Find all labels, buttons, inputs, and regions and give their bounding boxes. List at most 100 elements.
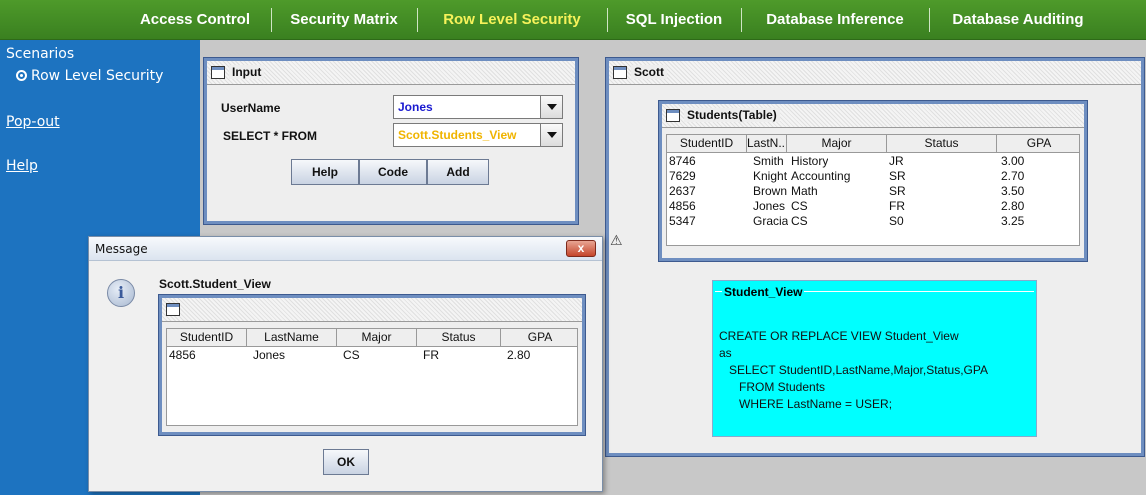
table-row[interactable]: 8746 Smith History JR 3.00 <box>667 154 1079 169</box>
cell-status: SR <box>889 184 906 198</box>
window-icon <box>666 109 680 122</box>
chevron-down-icon[interactable] <box>540 124 562 146</box>
warning-icon: ⚠ <box>610 232 623 248</box>
cell-student-id: 8746 <box>669 154 696 168</box>
cell-gpa: 2.80 <box>507 348 531 362</box>
dialog-heading: Scott.Student_View <box>159 277 271 291</box>
cell-status: JR <box>889 154 904 168</box>
column-header[interactable]: Major <box>337 329 417 347</box>
cell-last-name: Gracia <box>753 214 789 228</box>
view-title: Student_View <box>722 285 805 299</box>
cell-last-name: Smith <box>753 154 784 168</box>
scenario-label: Row Level Security <box>31 68 164 84</box>
cell-student-id: 2637 <box>669 184 696 198</box>
view-select-value: Scott.Students_View <box>398 128 517 142</box>
sidebar-title: Scenarios <box>6 46 75 62</box>
table-row[interactable]: 7629 Knight Accounting SR 2.70 <box>667 169 1079 184</box>
table-row[interactable]: 5347 Gracia CS S0 3.25 <box>667 214 1079 229</box>
students-table-frame: Students(Table) StudentID LastN... Major… <box>658 100 1088 262</box>
cell-gpa: 2.70 <box>1001 169 1025 183</box>
username-combo[interactable]: Jones <box>393 95 563 119</box>
top-nav: Access Control Security Matrix Row Level… <box>0 0 1146 40</box>
column-header[interactable]: GPA <box>501 329 577 347</box>
close-icon[interactable]: x <box>566 240 596 257</box>
code-line: WHERE LastName = USER; <box>739 397 893 411</box>
help-button[interactable]: Help <box>291 159 359 185</box>
table-row[interactable]: 4856 Jones CS FR 2.80 <box>167 348 577 363</box>
popout-link[interactable]: Pop-out <box>6 114 60 130</box>
table-row[interactable]: 4856 Jones CS FR 2.80 <box>667 199 1079 214</box>
dialog-title: Message <box>95 242 148 256</box>
tab-security-matrix[interactable]: Security Matrix <box>272 0 416 40</box>
cell-student-id: 4856 <box>669 199 696 213</box>
select-from-label: SELECT * FROM <box>223 129 318 143</box>
ok-button[interactable]: OK <box>323 449 369 475</box>
cell-major: Accounting <box>791 169 851 183</box>
students-table[interactable]: StudentID LastN... Major Status GPA 8746… <box>666 134 1080 246</box>
tab-row-level-security[interactable]: Row Level Security <box>418 0 606 40</box>
cell-student-id: 7629 <box>669 169 696 183</box>
cell-major: Math <box>791 184 818 198</box>
cell-student-id: 4856 <box>169 348 196 362</box>
cell-major: CS <box>791 214 808 228</box>
username-value: Jones <box>398 100 433 114</box>
column-header[interactable]: StudentID <box>667 135 747 153</box>
code-line: CREATE OR REPLACE VIEW Student_View <box>719 329 959 343</box>
cell-student-id: 5347 <box>669 214 696 228</box>
window-icon <box>613 66 627 79</box>
dialog-titlebar[interactable]: Message x <box>89 237 602 261</box>
table-header: StudentID LastN... Major Status GPA <box>667 135 1079 153</box>
students-table-title: Students(Table) <box>684 108 780 122</box>
view-select-combo[interactable]: Scott.Students_View <box>393 123 563 147</box>
table-row[interactable]: 2637 Brown Math SR 3.50 <box>667 184 1079 199</box>
message-dialog: Message x i Scott.Student_View StudentID… <box>88 236 603 492</box>
tab-access-control[interactable]: Access Control <box>120 0 270 40</box>
add-button[interactable]: Add <box>427 159 489 185</box>
students-table-titlebar[interactable]: Students(Table) <box>662 104 1084 128</box>
cell-gpa: 3.50 <box>1001 184 1025 198</box>
cell-gpa: 3.25 <box>1001 214 1025 228</box>
cell-last-name: Brown <box>753 184 788 198</box>
column-header[interactable]: Status <box>887 135 997 153</box>
cell-last-name: Jones <box>253 348 286 362</box>
cell-major: CS <box>791 199 808 213</box>
column-header[interactable]: GPA <box>997 135 1079 153</box>
result-table-titlebar[interactable] <box>162 298 582 322</box>
column-header[interactable]: LastN... <box>747 135 787 153</box>
code-button[interactable]: Code <box>359 159 427 185</box>
cell-status: S0 <box>889 214 904 228</box>
cell-status: FR <box>423 348 439 362</box>
tab-database-inference[interactable]: Database Inference <box>742 0 928 40</box>
scott-frame-titlebar[interactable]: Scott <box>609 61 1141 85</box>
window-icon <box>211 66 225 79</box>
scott-frame-title: Scott <box>631 65 667 79</box>
cell-status: SR <box>889 169 906 183</box>
input-frame-title: Input <box>229 65 265 79</box>
column-header[interactable]: Status <box>417 329 501 347</box>
info-icon: i <box>107 279 135 307</box>
column-header[interactable]: StudentID <box>167 329 247 347</box>
username-label: UserName <box>221 101 281 115</box>
help-link[interactable]: Help <box>6 158 38 174</box>
code-line: FROM Students <box>739 380 826 394</box>
column-header[interactable]: Major <box>787 135 887 153</box>
code-line: as <box>719 346 732 360</box>
tab-database-auditing[interactable]: Database Auditing <box>930 0 1106 40</box>
result-table[interactable]: StudentID LastName Major Status GPA 4856… <box>166 328 578 426</box>
cell-last-name: Jones <box>753 199 786 213</box>
input-frame: Input UserName Jones SELECT * FROM Scott… <box>203 57 579 225</box>
cell-status: FR <box>889 199 905 213</box>
view-definition-panel: Student_View CREATE OR REPLACE VIEW Stud… <box>712 280 1037 437</box>
code-line: SELECT StudentID,LastName,Major,Status,G… <box>729 363 989 377</box>
window-icon <box>166 303 180 316</box>
cell-gpa: 2.80 <box>1001 199 1025 213</box>
radio-selected-icon <box>16 70 27 81</box>
cell-major: History <box>791 154 829 168</box>
column-header[interactable]: LastName <box>247 329 337 347</box>
scenario-radio[interactable]: Row Level Security <box>16 68 163 84</box>
input-frame-titlebar[interactable]: Input <box>207 61 575 85</box>
chevron-down-icon[interactable] <box>540 96 562 118</box>
cell-major: CS <box>343 348 360 362</box>
table-header: StudentID LastName Major Status GPA <box>167 329 577 347</box>
tab-sql-injection[interactable]: SQL Injection <box>608 0 740 40</box>
